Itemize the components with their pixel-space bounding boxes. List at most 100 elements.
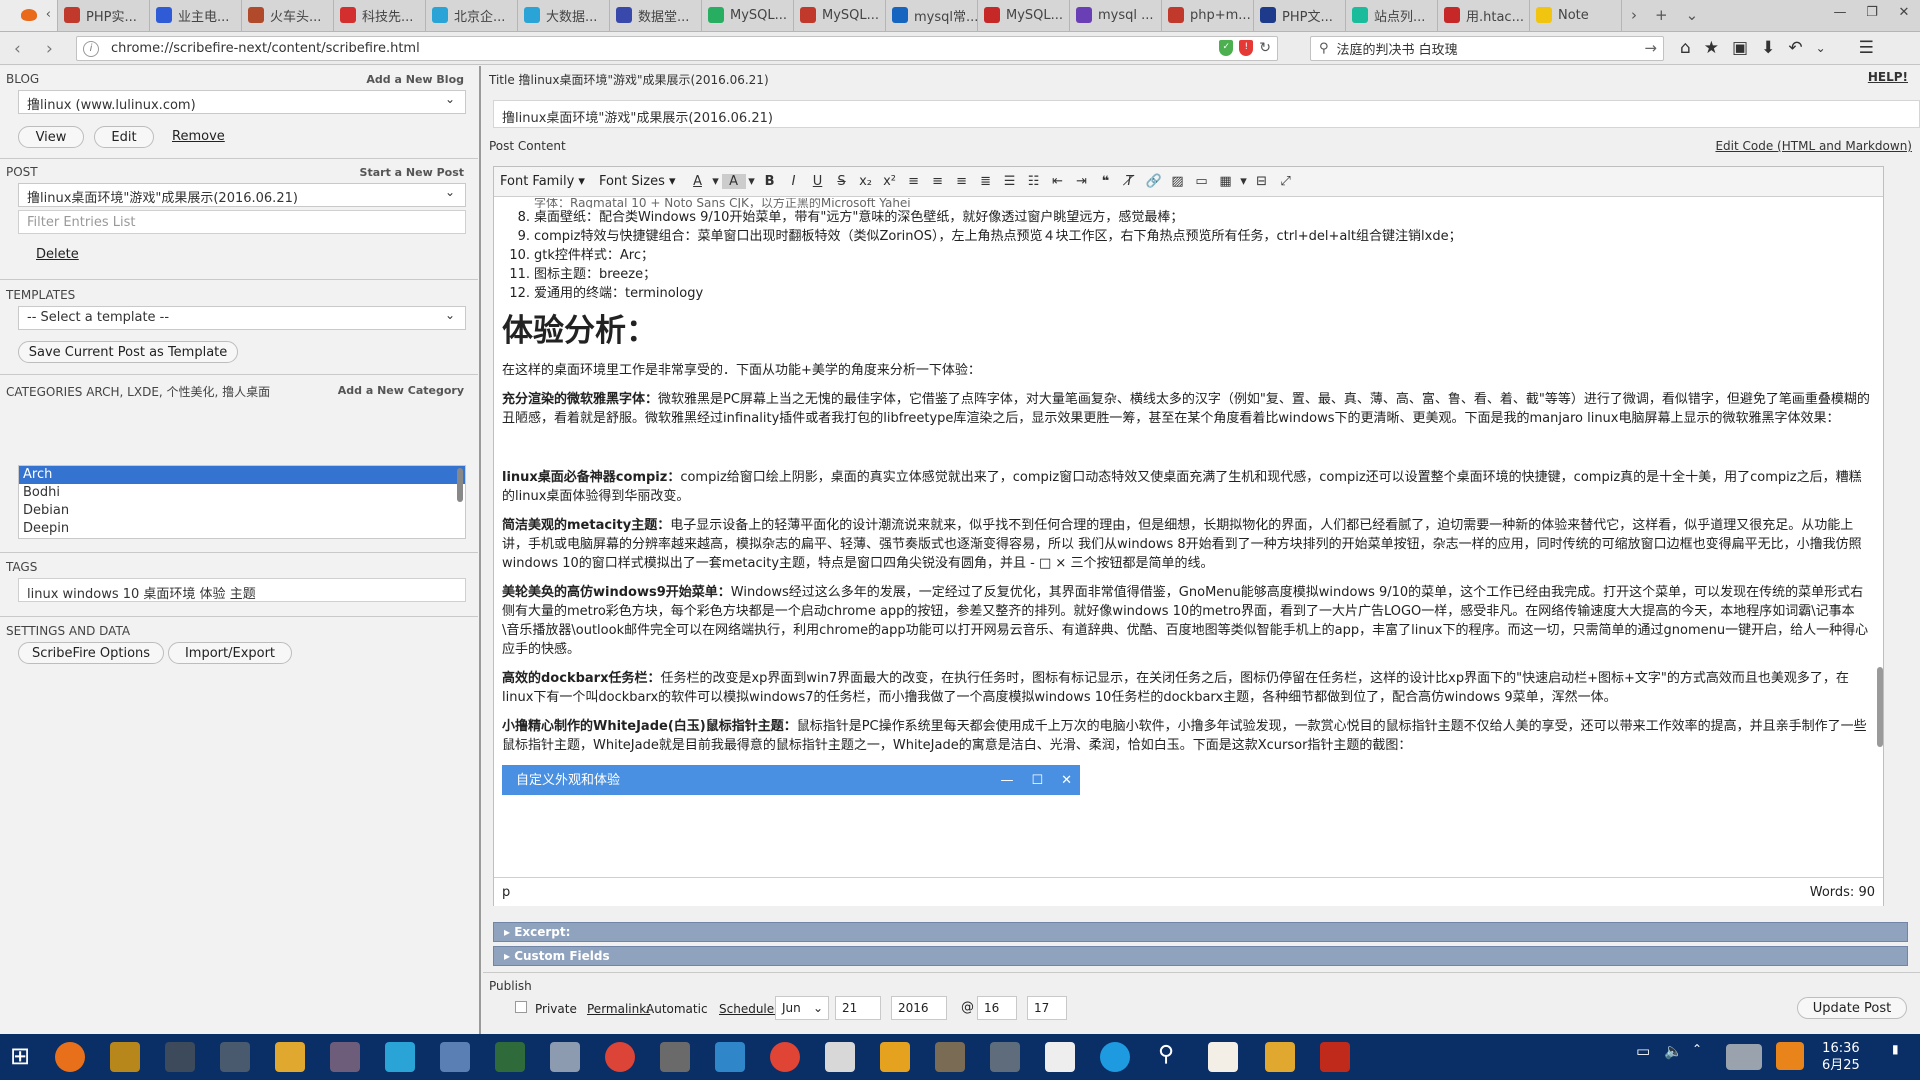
permalink-value[interactable]: Automatic [646, 1002, 708, 1016]
search-input[interactable]: 法庭的判决书 白玫瑰 [1337, 39, 1458, 58]
new-post-link[interactable]: Start a New Post [360, 166, 464, 179]
download-icon[interactable]: ⬇ [1761, 38, 1775, 58]
category-scrollbar[interactable] [457, 468, 463, 502]
home-icon[interactable]: ⌂ [1680, 38, 1691, 58]
table-dropdown-icon[interactable]: ▾ [1238, 174, 1250, 189]
forward-icon[interactable]: › [46, 39, 53, 59]
chevron-left-icon[interactable]: ‹ [46, 7, 51, 22]
browser-tab[interactable]: PHP实... [58, 0, 150, 31]
text-color-dropdown-icon[interactable]: ▾ [710, 174, 722, 189]
clock[interactable]: 16:36 6月25 [1822, 1040, 1860, 1074]
outdent-icon[interactable]: ⇤ [1046, 174, 1070, 189]
post-select[interactable]: 撸linux桌面环境"游戏"成果展示(2016.06.21) ⌄ [18, 183, 466, 207]
window-taskbar-icon[interactable] [220, 1042, 250, 1072]
indent-icon[interactable]: ⇥ [1070, 174, 1094, 189]
help-link[interactable]: HELP! [1868, 70, 1908, 84]
tab-list-button[interactable]: ‹ [0, 0, 58, 31]
remove-link[interactable]: Remove [172, 129, 225, 144]
filter-entries-input[interactable]: Filter Entries List [18, 210, 466, 234]
flag-taskbar-icon[interactable] [880, 1042, 910, 1072]
image-icon[interactable]: ▨ [1166, 174, 1190, 189]
browser-tab[interactable]: MySQL... [978, 0, 1070, 31]
category-item-debian[interactable]: Debian [19, 502, 465, 520]
new-tab-icon[interactable]: + [1646, 6, 1677, 24]
tab-menu-icon[interactable]: ⌄ [1677, 6, 1708, 24]
browser-tab[interactable]: PHP文... [1254, 0, 1346, 31]
underline-icon[interactable]: U [806, 174, 830, 189]
minimize-icon[interactable]: — [1824, 5, 1856, 20]
delete-link[interactable]: Delete [36, 247, 79, 262]
title-input[interactable]: 撸linux桌面环境"游戏"成果展示(2016.06.21) [493, 100, 1920, 128]
link-icon[interactable]: 🔗 [1142, 174, 1166, 189]
privacy-shield-icon[interactable]: ! [1239, 40, 1254, 56]
chrome-taskbar-icon[interactable] [605, 1042, 635, 1072]
excerpt-bar[interactable]: ▸ Excerpt: [493, 922, 1908, 942]
search-bar[interactable]: ⚲ 法庭的判决书 白玫瑰 → [1310, 36, 1664, 61]
year-input[interactable]: 2016 [891, 996, 947, 1020]
cbx-taskbar-icon[interactable] [660, 1042, 690, 1072]
browser-tab[interactable]: 大数据... [518, 0, 610, 31]
back-icon[interactable]: ‹ [14, 39, 21, 59]
month-select[interactable]: Jun ⌄ [775, 996, 829, 1020]
r-taskbar-icon[interactable] [1208, 1042, 1238, 1072]
browser-tab[interactable]: mysql常... [886, 0, 978, 31]
import-export-button[interactable]: Import/Export [168, 642, 292, 664]
chevron-down-icon[interactable]: ⌄ [1816, 38, 1826, 58]
align-left-icon[interactable]: ≡ [902, 174, 926, 189]
vertical-scrollbar[interactable] [1877, 667, 1883, 747]
font-family-dropdown[interactable]: Font Family ▾ [500, 174, 585, 189]
subscript-icon[interactable]: x₂ [854, 174, 878, 189]
save-template-button[interactable]: Save Current Post as Template [18, 341, 238, 363]
bold-icon[interactable]: B [758, 174, 782, 189]
chevron-up-tray-icon[interactable]: ⌃ [1692, 1042, 1702, 1056]
scribefire-options-button[interactable]: ScribeFire Options [18, 642, 164, 664]
bookmark-star-icon[interactable]: ★ [1704, 38, 1719, 58]
align-right-icon[interactable]: ≡ [950, 174, 974, 189]
reload-icon[interactable]: ↻ [1259, 40, 1271, 56]
day-input[interactable]: 21 [835, 996, 881, 1020]
edit-button[interactable]: Edit [94, 126, 154, 148]
info-icon[interactable]: i [83, 40, 99, 57]
add-category-link[interactable]: Add a New Category [338, 384, 464, 397]
browser-tab[interactable]: 火车头... [242, 0, 334, 31]
media-taskbar-icon[interactable] [770, 1042, 800, 1072]
minute-input[interactable]: 17 [1027, 996, 1067, 1020]
browser-tab[interactable]: Note [1530, 0, 1622, 31]
browser-tab[interactable]: 科技先... [334, 0, 426, 31]
blog-select[interactable]: 撸linux (www.lulinux.com) ⌄ [18, 90, 466, 114]
browser-tab[interactable]: MySQL... [794, 0, 886, 31]
browser-tab[interactable]: 北京企... [426, 0, 518, 31]
fullscreen-icon[interactable]: ⤢ [1274, 174, 1298, 189]
edit-code-link[interactable]: Edit Code (HTML and Markdown) [1715, 139, 1912, 153]
browser-tab[interactable]: 站点列... [1346, 0, 1438, 31]
monitor-taskbar-icon[interactable] [385, 1042, 415, 1072]
search-go-icon[interactable]: → [1644, 39, 1657, 57]
notification-icon[interactable]: ▮ [1892, 1042, 1899, 1056]
app-taskbar-icon[interactable] [110, 1042, 140, 1072]
url-bar[interactable]: i chrome://scribefire-next/content/scrib… [76, 36, 1278, 61]
firefox-taskbar-icon[interactable] [55, 1042, 85, 1072]
keyboard-tray-icon[interactable] [1726, 1044, 1762, 1070]
skype-taskbar-icon[interactable] [1100, 1042, 1130, 1072]
hour-input[interactable]: 16 [977, 996, 1017, 1020]
screen-taskbar-icon[interactable] [330, 1042, 360, 1072]
element-path[interactable]: p [502, 885, 510, 900]
font-sizes-dropdown[interactable]: Font Sizes ▾ [599, 174, 676, 189]
media-icon[interactable]: ▭ [1190, 174, 1214, 189]
files-taskbar-icon[interactable] [1265, 1042, 1295, 1072]
italic-icon[interactable]: I [782, 174, 806, 189]
category-list[interactable]: Arch Bodhi Debian Deepin [18, 465, 466, 539]
view-button[interactable]: View [18, 126, 84, 148]
rss-tray-icon[interactable] [1776, 1042, 1804, 1070]
folder-taskbar-icon[interactable] [275, 1042, 305, 1072]
browser-tab[interactable]: php+m... [1162, 0, 1254, 31]
superscript-icon[interactable]: x² [878, 174, 902, 189]
add-blog-link[interactable]: Add a New Blog [366, 73, 464, 86]
align-center-icon[interactable]: ≡ [926, 174, 950, 189]
table-icon[interactable]: ▦ [1214, 174, 1238, 189]
blockquote-icon[interactable]: ❝ [1094, 174, 1118, 189]
display-tray-icon[interactable]: ▭ [1636, 1042, 1650, 1060]
terminal-taskbar-icon[interactable] [165, 1042, 195, 1072]
close-icon[interactable]: ✕ [1888, 5, 1920, 20]
template-select[interactable]: -- Select a template -- ⌄ [18, 306, 466, 330]
